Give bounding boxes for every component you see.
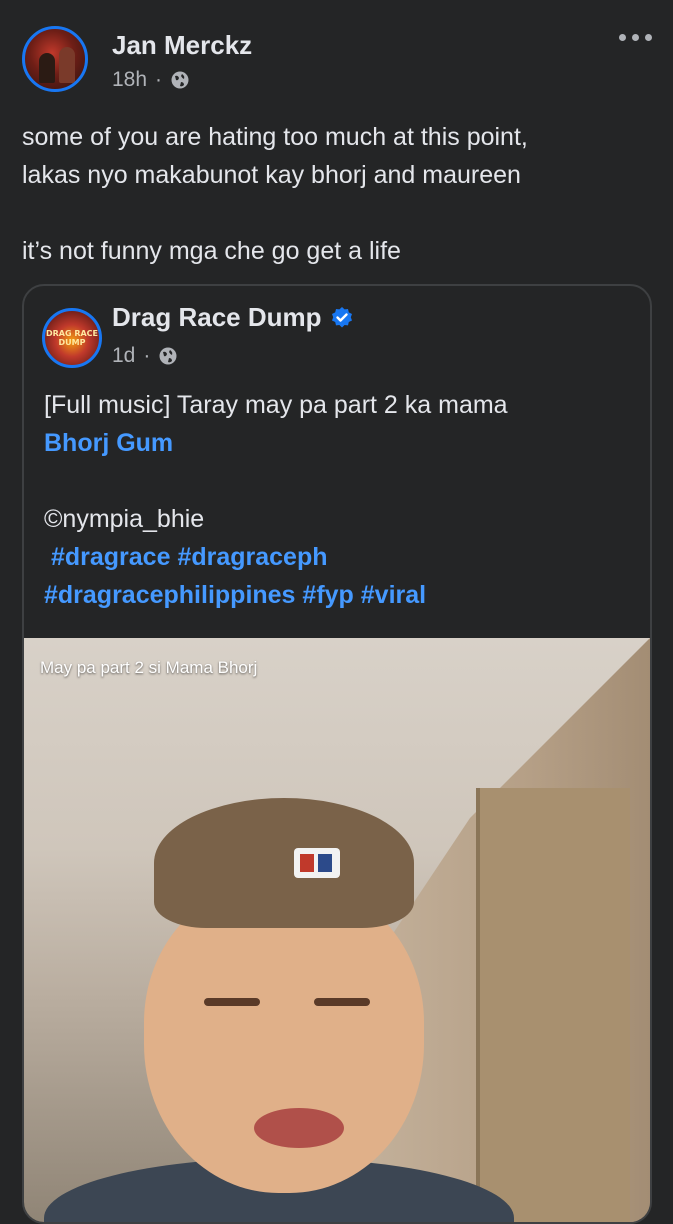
page-avatar[interactable]: DRAG RACE DUMP (42, 308, 102, 368)
author-avatar[interactable] (22, 26, 88, 92)
video-thumbnail[interactable]: May pa part 2 si Mama Bhorj (24, 638, 650, 1222)
cap-logo (294, 848, 340, 878)
shared-time[interactable]: 1d (112, 344, 135, 368)
shared-post-card[interactable]: DRAG RACE DUMP Drag Race Dump 1d · [Full … (22, 284, 652, 1224)
post-text-line: lakas nyo makabunot kay bhorj and mauree… (22, 161, 521, 189)
page-name[interactable]: Drag Race Dump (112, 302, 322, 333)
meta-separator: · (143, 344, 151, 367)
door-background (476, 788, 630, 1222)
person-cap (154, 798, 414, 928)
page-name-row: Drag Race Dump (112, 302, 354, 333)
post-header: Jan Merckz 18h · (22, 26, 652, 102)
globe-icon (159, 347, 177, 365)
more-options-icon[interactable] (619, 34, 652, 41)
hashtag-link[interactable]: #dragracephilippines (44, 581, 295, 609)
video-caption: May pa part 2 si Mama Bhorj (40, 658, 258, 677)
mention-link[interactable]: Bhorj Gum (44, 429, 173, 457)
post-text-line: some of you are hating too much at this … (22, 123, 528, 151)
post-text: some of you are hating too much at this … (22, 118, 662, 270)
post-text-line: it’s not funny mga che go get a life (22, 237, 401, 265)
shared-meta: 1d · (112, 344, 178, 368)
page-avatar-logo: DRAG RACE DUMP (45, 329, 99, 347)
author-name[interactable]: Jan Merckz (112, 30, 252, 61)
shared-text-line: [Full music] Taray may pa part 2 ka mama (44, 391, 508, 419)
person-eye (314, 998, 370, 1006)
hashtag-link[interactable]: #dragraceph (177, 543, 327, 571)
credit-text: ©nympia_bhie (44, 505, 205, 533)
post-meta: 18h · (112, 68, 190, 92)
hashtag-link[interactable]: #fyp (302, 581, 353, 609)
globe-icon (171, 71, 189, 89)
meta-separator: · (155, 68, 163, 91)
shared-text: [Full music] Taray may pa part 2 ka mama… (44, 386, 634, 614)
post-time[interactable]: 18h (112, 68, 147, 92)
person-mouth (254, 1108, 344, 1148)
person-eye (204, 998, 260, 1006)
verified-badge-icon (331, 306, 352, 327)
hashtag-link[interactable]: #dragrace (51, 543, 171, 571)
hashtag-link[interactable]: #viral (361, 581, 426, 609)
